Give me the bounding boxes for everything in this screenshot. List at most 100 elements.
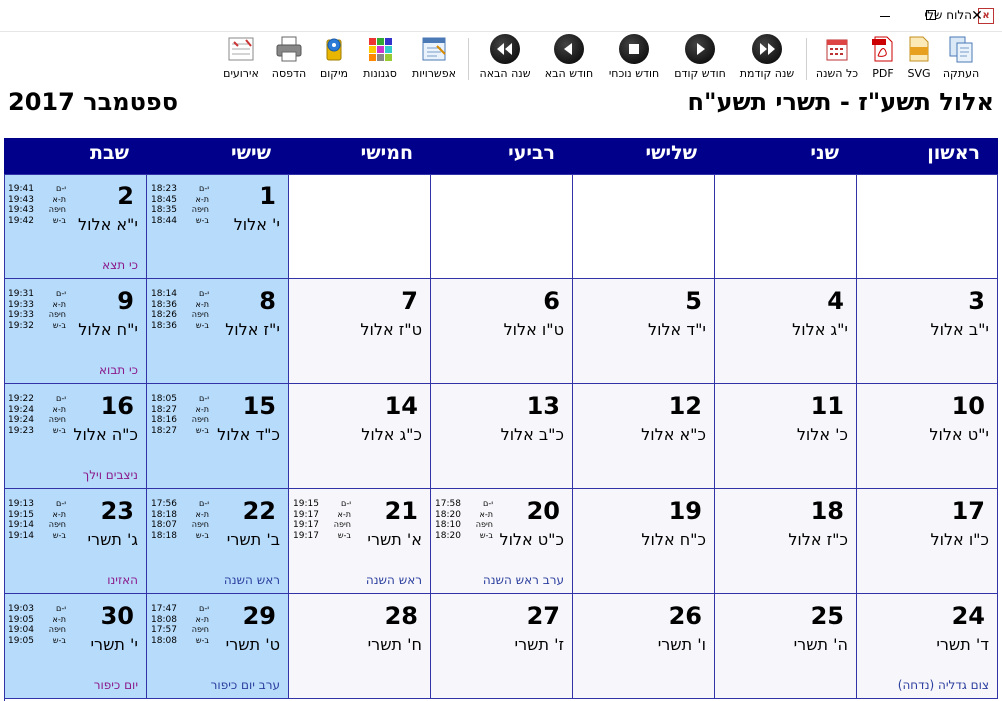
day-cell[interactable]: 5 י"ד אלול — [573, 279, 715, 384]
svg-file-icon — [909, 36, 929, 62]
day-number: 30 — [100, 602, 134, 630]
day-cell[interactable]: 19 כ"ח אלול — [573, 489, 715, 594]
candle-times: 19:03 י-ם 19:05 ת-א 19:04 חיפה 19:05 ב-ש — [8, 604, 66, 646]
prev-year-button[interactable]: שנה קודמת — [734, 34, 800, 84]
candle-time-value: 18:36 — [151, 299, 177, 310]
day-number: 22 — [242, 497, 276, 525]
events-button[interactable]: אירועים — [218, 34, 264, 84]
candle-time-value: 18:45 — [151, 194, 177, 205]
day-cell[interactable]: 9 י"ח אלול 19:31 י-ם 19:33 ת-א 19:33 חיפה 19:32 ב… — [4, 279, 147, 384]
candle-time-value: 19:24 — [8, 404, 34, 415]
options-icon — [422, 37, 446, 61]
city-label: חיפה — [48, 205, 66, 214]
day-cell[interactable]: 17 כ"ו אלול — [857, 489, 998, 594]
day-cell[interactable]: 23 ג' תשרי 19:13 י-ם 19:15 ת-א 19:14 חיפה 19:14 ב… — [4, 489, 147, 594]
whole-year-button[interactable]: כל השנה — [810, 34, 864, 84]
hebrew-date: י"ב אלול — [930, 320, 989, 339]
styles-label: סגנונות — [363, 67, 397, 80]
city-label: ת-א — [195, 509, 210, 519]
next-year-button[interactable]: שנה הבאה — [474, 34, 536, 84]
day-number: 9 — [117, 287, 134, 315]
candle-time-row: 19:17 חיפה — [293, 520, 351, 531]
hebrew-date: י' תשרי — [90, 635, 138, 654]
svg-button[interactable]: SVG — [902, 34, 936, 84]
day-cell[interactable]: 15 כ"ד אלול 18:05 י-ם 18:27 ת-א 18:16 חיפה 18:27… — [147, 384, 289, 489]
candle-time-row: 19:13 י-ם — [8, 499, 66, 510]
candle-time-value: 18:20 — [435, 509, 461, 520]
options-button[interactable]: אפשרויות — [406, 34, 462, 84]
candle-time-row: 19:03 י-ם — [8, 604, 66, 615]
pdf-button[interactable]: PDF — [866, 34, 900, 84]
holiday-label: ראש השנה — [365, 573, 422, 587]
candle-times: 17:56 י-ם 18:18 ת-א 18:07 חיפה 18:18 ב-ש — [151, 499, 209, 541]
candle-time-value: 19:14 — [8, 520, 34, 530]
candle-time-row: 19:23 ב-ש — [8, 426, 66, 437]
day-cell[interactable]: 1 י' אלול 18:23 י-ם 18:45 ת-א 18:35 חיפה 18:44 ב-… — [147, 174, 289, 279]
location-button[interactable]: מיקום — [314, 34, 354, 84]
hebrew-date: כ"ד אלול — [217, 425, 280, 444]
next-month-button[interactable]: חודש הבא — [540, 34, 598, 84]
candle-time-row: 18:27 ת-א — [151, 405, 209, 416]
candle-time-row: 19:04 חיפה — [8, 625, 66, 636]
day-number: 15 — [242, 392, 276, 420]
day-cell[interactable]: 29 ט' תשרי 17:47 י-ם 18:08 ת-א 17:57 חיפה 18:08 ב… — [147, 594, 289, 699]
day-cell[interactable]: 20 כ"ט אלול 17:58 י-ם 18:20 ת-א 18:10 חיפה 18:20… — [431, 489, 573, 594]
day-number: 18 — [810, 497, 844, 525]
day-cell[interactable]: 11 כ' אלול — [715, 384, 857, 489]
day-cell[interactable]: 7 ט"ז אלול — [289, 279, 431, 384]
day-cell[interactable]: 10 י"ט אלול — [857, 384, 998, 489]
city-label: י-ם — [199, 289, 209, 298]
day-cell[interactable]: 12 כ"א אלול — [573, 384, 715, 489]
day-cell[interactable]: 14 כ"ג אלול — [289, 384, 431, 489]
candle-time-row: 18:27 ב-ש — [151, 426, 209, 437]
candle-time-row: 18:14 י-ם — [151, 289, 209, 300]
empty-day-cell — [289, 174, 431, 279]
day-cell[interactable]: 16 כ"ה אלול 19:22 י-ם 19:24 ת-א 19:24 חיפה 19:23… — [4, 384, 147, 489]
day-cell[interactable]: 2 י"א אלול 19:41 י-ם 19:43 ת-א 19:43 חיפה 19:42 ב… — [4, 174, 147, 279]
day-cell[interactable]: 22 ב' תשרי 17:56 י-ם 18:18 ת-א 18:07 חיפה 18:18 ב… — [147, 489, 289, 594]
calendar-grid: ראשון שני שלישי רביעי חמישי שישי שבת 1 י' אלול 18… — [4, 138, 998, 701]
candle-time-value: 19:05 — [8, 614, 34, 625]
day-cell[interactable]: 27 ז' תשרי — [431, 594, 573, 699]
candle-time-row: 19:05 ב-ש — [8, 636, 66, 647]
day-number: 20 — [526, 497, 560, 525]
minimize-button[interactable] — [862, 0, 908, 32]
candle-time-row: 18:45 ת-א — [151, 195, 209, 206]
city-label: ב-ש — [337, 530, 351, 540]
day-cell[interactable]: 24 ד' תשרי צום גדליה (נדחה) — [857, 594, 998, 699]
day-number: 25 — [810, 602, 844, 630]
hebrew-date: ט"ו אלול — [503, 320, 564, 339]
city-label: י-ם — [199, 499, 209, 508]
empty-day-cell — [431, 174, 573, 279]
candle-time-value: 19:05 — [8, 635, 34, 646]
hebrew-date: י' אלול — [233, 215, 280, 234]
day-cell[interactable]: 4 י"ג אלול — [715, 279, 857, 384]
maximize-button[interactable] — [908, 0, 954, 32]
day-cell[interactable]: 25 ה' תשרי — [715, 594, 857, 699]
day-cell[interactable]: 6 ט"ו אלול — [431, 279, 573, 384]
candle-time-row: 18:36 ת-א — [151, 300, 209, 311]
current-month-button[interactable]: חודש נוכחי — [602, 34, 666, 84]
styles-button[interactable]: סגנונות — [356, 34, 404, 84]
day-cell[interactable]: 28 ח' תשרי — [289, 594, 431, 699]
prev-month-button[interactable]: חודש קודם — [668, 34, 732, 84]
day-cell[interactable]: 18 כ"ז אלול — [715, 489, 857, 594]
day-cell[interactable]: 30 י' תשרי 19:03 י-ם 19:05 ת-א 19:04 חיפה 19:05 ב… — [4, 594, 147, 699]
candle-time-value: 17:57 — [151, 625, 177, 635]
city-label: ב-ש — [52, 530, 66, 540]
hebrew-date: ו' תשרי — [657, 635, 706, 654]
candle-time-row: 18:23 י-ם — [151, 184, 209, 195]
day-cell[interactable]: 8 י"ז אלול 18:14 י-ם 18:36 ת-א 18:26 חיפה 18:36 ב… — [147, 279, 289, 384]
print-button[interactable]: הדפסה — [266, 34, 312, 84]
close-button[interactable]: ✕ — [954, 0, 1000, 32]
day-cell[interactable]: 13 כ"ב אלול — [431, 384, 573, 489]
day-cell[interactable]: 21 א' תשרי 19:15 י-ם 19:17 ת-א 19:17 חיפה 19:17 ב… — [289, 489, 431, 594]
empty-day-cell — [573, 174, 715, 279]
hebrew-date: ז' תשרי — [514, 635, 564, 654]
day-cell[interactable]: 3 י"ב אלול — [857, 279, 998, 384]
candle-time-value: 19:42 — [8, 215, 34, 226]
day-cell[interactable]: 26 ו' תשרי — [573, 594, 715, 699]
parasha-label: האזינו — [107, 573, 138, 587]
candle-time-value: 17:58 — [435, 499, 461, 509]
copy-button[interactable]: העתקה — [936, 34, 986, 84]
